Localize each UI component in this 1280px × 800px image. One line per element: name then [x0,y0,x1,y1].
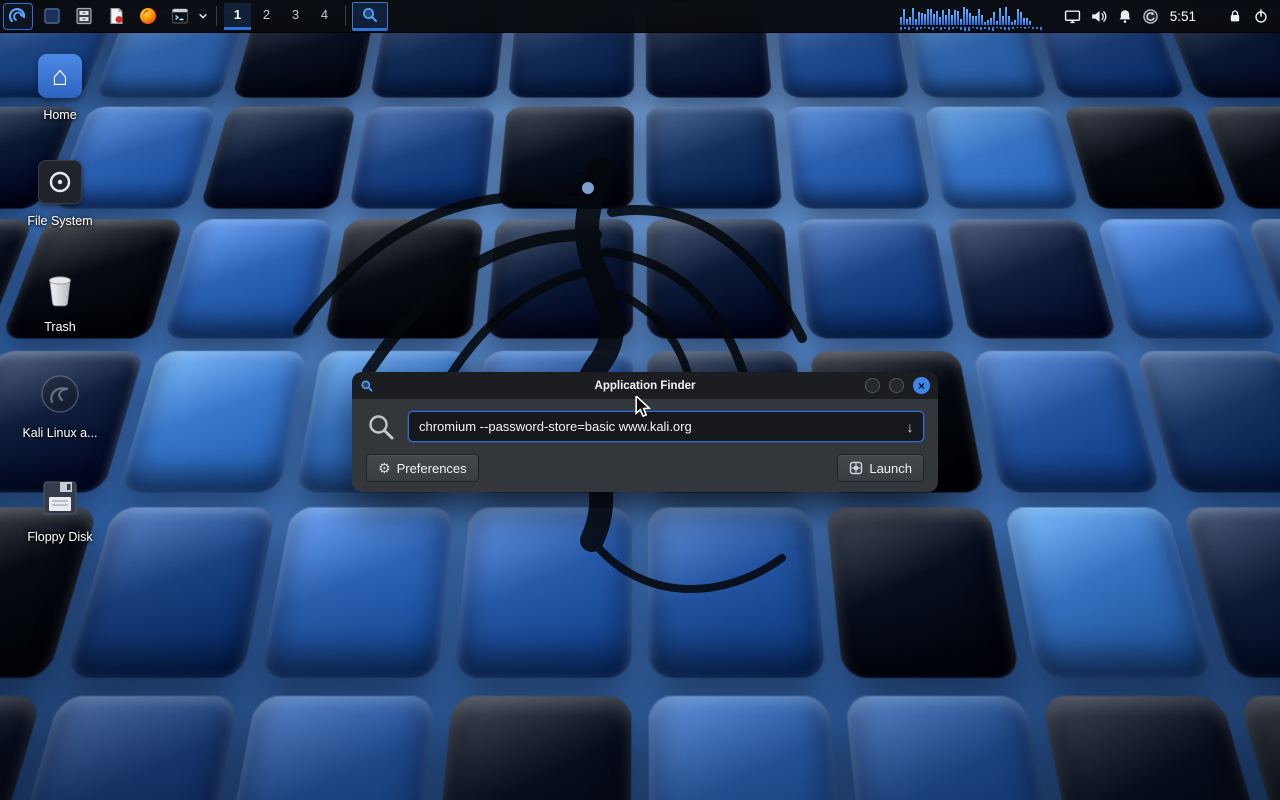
command-entry: ↓ [408,411,924,442]
spectrum-ticks [900,27,1050,31]
close-button[interactable]: × [913,377,930,394]
floppy-icon [36,474,84,522]
terminal-icon [170,6,190,26]
gear-icon: ⚙ [378,461,391,475]
search-icon-large [366,412,396,442]
desktop-icon-trash[interactable]: Trash [4,264,116,334]
status-indicator-icon[interactable] [1138,0,1164,32]
preferences-button[interactable]: ⚙ Preferences [366,454,479,482]
desktop-icon-kali-linux[interactable]: Kali Linux a... [4,370,116,440]
desktop-icon-label: Home [43,108,76,122]
launcher-terminal[interactable] [164,0,196,32]
window-body: ↓ ⚙ Preferences Launch [352,399,938,492]
window-controls: × [865,377,930,394]
panel-left-group: 1 2 3 4 [0,0,388,32]
desktop-icon-label: Kali Linux a... [22,426,97,440]
document-icon [106,6,126,26]
launch-button[interactable]: Launch [837,454,924,482]
window-title: Application Finder [352,380,938,392]
firefox-icon [138,6,158,26]
display-icon[interactable] [1060,0,1086,32]
finder-query-input[interactable] [409,419,897,434]
application-finder-window: Application Finder × ↓ ⚙ [352,372,938,492]
launcher-desktop[interactable] [36,0,68,32]
preferences-label: Preferences [397,461,467,476]
desktop-icon-file-system[interactable]: File System [4,158,116,228]
trash-icon [36,264,84,312]
workspace-2[interactable]: 2 [253,3,280,30]
launcher-firefox[interactable] [132,0,164,32]
lock-icon[interactable] [1222,0,1248,32]
desktop-icon-home[interactable]: ⌂ Home [4,52,116,122]
window-titlebar[interactable]: Application Finder × [352,372,938,399]
workspace-3[interactable]: 3 [282,3,309,30]
panel-separator [216,6,217,26]
audio-spectrum-visualizer [900,1,1050,31]
workspace-4[interactable]: 4 [311,3,338,30]
kali-menu-button[interactable] [3,3,33,30]
desktop-icon-label: Floppy Disk [27,530,92,544]
desktop-icon-floppy-disk[interactable]: Floppy Disk [4,474,116,544]
home-glyph: ⌂ [52,61,68,92]
kali-desktop: 1 2 3 4 [0,0,1280,800]
panel-right-group: 5:51 [900,0,1280,32]
launch-label: Launch [869,461,912,476]
terminal-dropdown-chevron-icon[interactable] [196,0,210,32]
desktop-icon-label: File System [27,214,92,228]
minimize-button[interactable] [865,378,880,393]
launcher-text-editor[interactable] [100,0,132,32]
drive-icon [38,160,82,204]
entry-dropdown-arrow-icon[interactable]: ↓ [897,419,923,435]
top-panel: 1 2 3 4 [0,0,1280,33]
window-search-icon [360,379,374,393]
window-icon [42,6,62,26]
kali-logo-icon [8,6,28,26]
kali-icon [36,370,84,418]
panel-separator [345,6,346,26]
taskbar-application-finder[interactable] [352,2,388,31]
home-icon: ⌂ [38,54,82,98]
launch-icon [849,461,863,475]
search-icon [361,6,379,24]
maximize-button[interactable] [889,378,904,393]
volume-icon[interactable] [1086,0,1112,32]
close-icon: × [918,380,925,392]
clock[interactable]: 5:51 [1170,9,1196,24]
launcher-file-manager[interactable] [68,0,100,32]
notifications-bell-icon[interactable] [1112,0,1138,32]
desktop-icon-label: Trash [44,320,76,334]
workspace-1[interactable]: 1 [224,3,251,30]
power-icon[interactable] [1248,0,1274,32]
file-cabinet-icon [74,6,94,26]
spectrum-bars [900,6,1050,25]
